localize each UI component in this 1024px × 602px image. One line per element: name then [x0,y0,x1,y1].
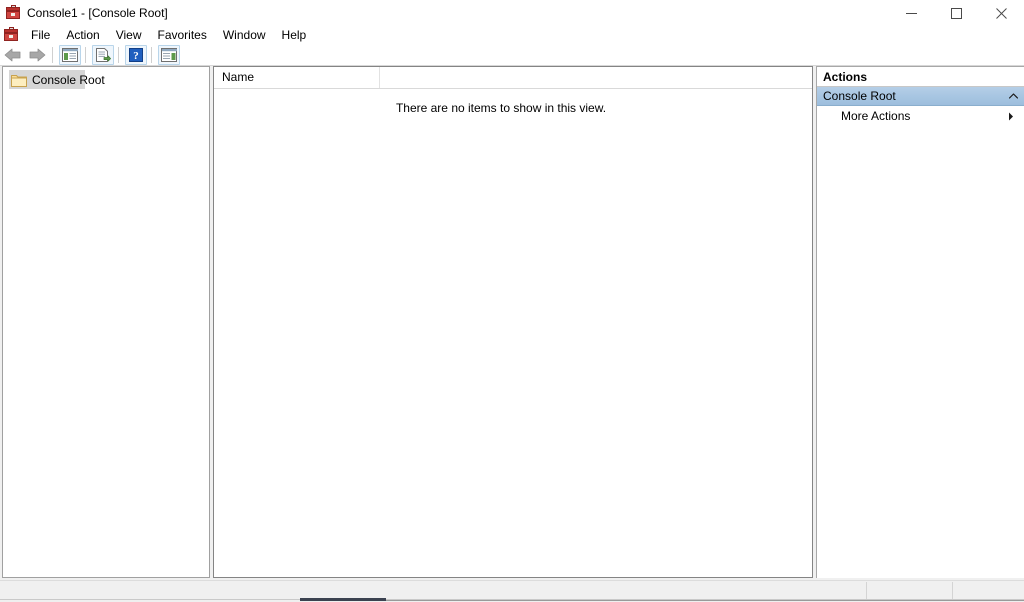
show-hide-console-tree-button[interactable] [59,44,81,65]
column-header-row: Name [214,67,812,89]
action-group-console-root[interactable]: Console Root [817,87,1024,106]
result-pane: Name There are no items to show in this … [213,66,813,578]
toolbar-separator [85,46,86,63]
menu-item-window[interactable]: Window [215,26,274,44]
svg-text:?: ? [133,50,139,62]
status-bar [0,580,1024,599]
forward-button[interactable] [26,45,48,65]
action-group-label: Console Root [823,89,896,103]
show-hide-action-pane-button[interactable] [158,44,180,65]
title-bar: Console1 - [Console Root] [0,0,1024,26]
window-controls [889,0,1024,26]
toolbar-separator [151,46,152,63]
chevron-up-icon[interactable] [1008,91,1018,101]
toolbar: ? [0,44,1024,66]
action-item-more-actions[interactable]: More Actions [817,106,1024,126]
toolbar-separator [118,46,119,63]
folder-icon [11,74,27,87]
toolbar-separator [52,46,53,63]
column-header-name[interactable]: Name [214,67,380,88]
action-item-label: More Actions [841,109,911,123]
menu-bar: File Action View Favorites Window Help [0,26,1024,65]
console-tree-icon [62,47,78,62]
back-arrow-icon [4,48,21,61]
help-question-icon: ? [129,47,143,62]
status-segment-1 [866,582,953,599]
menu-item-file[interactable]: File [23,26,58,44]
console-content-area: Console Root Name There are no items to … [0,66,1024,580]
window-title: Console1 - [Console Root] [27,6,168,20]
mmc-console-icon [5,5,21,21]
minimize-button[interactable] [889,0,934,26]
action-pane-icon [161,47,177,62]
chevron-right-icon[interactable] [1006,111,1016,121]
menu-item-view[interactable]: View [108,26,150,44]
tree-node-label: Console Root [32,72,105,87]
console-tree-pane[interactable]: Console Root [2,66,210,578]
export-list-icon [96,47,111,62]
export-list-button[interactable] [92,44,114,65]
help-button[interactable]: ? [125,44,147,65]
actions-pane-title: Actions [817,67,1024,87]
status-segment-2 [952,582,1024,599]
tree-node-console-root[interactable]: Console Root [9,70,105,89]
forward-arrow-icon [29,48,46,61]
empty-view-message: There are no items to show in this view. [395,101,607,115]
mmc-console-icon[interactable] [3,27,19,43]
actions-pane: Actions Console Root More Actions [816,66,1024,578]
column-header-filler[interactable] [380,67,812,88]
menu-item-favorites[interactable]: Favorites [150,26,215,44]
close-button[interactable] [979,0,1024,26]
mmc-console-window: Console1 - [Console Root] File Action Vi… [0,0,1024,602]
back-button[interactable] [2,45,24,65]
menu-item-action[interactable]: Action [58,26,107,44]
maximize-button[interactable] [934,0,979,26]
menu-item-help[interactable]: Help [274,26,315,44]
